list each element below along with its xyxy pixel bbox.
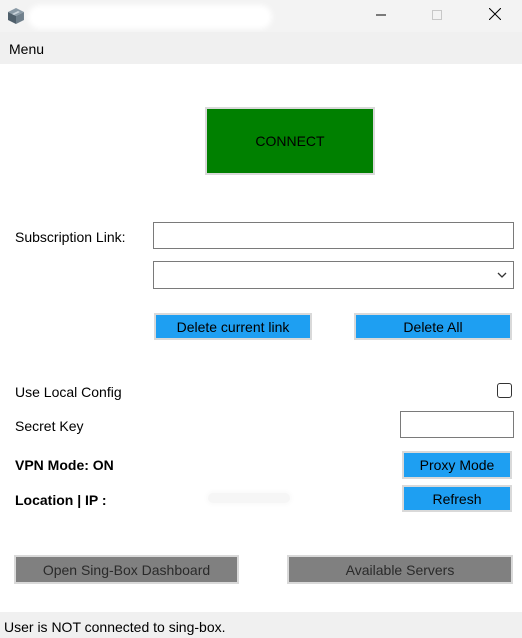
close-icon: [488, 7, 502, 25]
vpn-mode-label: VPN Mode: ON: [15, 457, 114, 473]
secret-key-input[interactable]: [400, 411, 514, 438]
delete-all-button[interactable]: Delete All: [354, 313, 512, 340]
proxy-mode-button[interactable]: Proxy Mode: [402, 451, 512, 479]
minimize-button[interactable]: [358, 0, 404, 32]
maximize-button[interactable]: [414, 0, 460, 32]
subscription-dropdown[interactable]: [153, 261, 514, 289]
app-logo-icon: [6, 7, 26, 25]
minimize-icon: [376, 7, 386, 25]
connect-button[interactable]: CONNECT: [205, 107, 375, 175]
window-title: [32, 9, 268, 25]
use-local-config-checkbox[interactable]: [497, 383, 512, 398]
secret-key-label: Secret Key: [15, 418, 84, 434]
open-dashboard-button[interactable]: Open Sing-Box Dashboard: [14, 555, 239, 584]
status-bar: User is NOT connected to sing-box.: [0, 612, 522, 638]
delete-current-link-button[interactable]: Delete current link: [154, 313, 312, 340]
available-servers-button[interactable]: Available Servers: [287, 555, 513, 584]
maximize-icon: [432, 7, 442, 25]
location-ip-value: [208, 493, 290, 503]
location-ip-label: Location | IP :: [15, 492, 107, 508]
close-button[interactable]: [472, 0, 518, 32]
status-text: User is NOT connected to sing-box.: [4, 619, 226, 635]
subscription-link-label: Subscription Link:: [15, 229, 126, 245]
menu-bar: Menu: [0, 32, 522, 64]
refresh-button[interactable]: Refresh: [402, 485, 512, 512]
menu-item-menu[interactable]: Menu: [9, 41, 44, 57]
chevron-down-icon: [495, 268, 509, 282]
subscription-link-input[interactable]: [153, 222, 514, 249]
title-bar: [0, 0, 522, 32]
use-local-config-label: Use Local Config: [15, 384, 122, 400]
